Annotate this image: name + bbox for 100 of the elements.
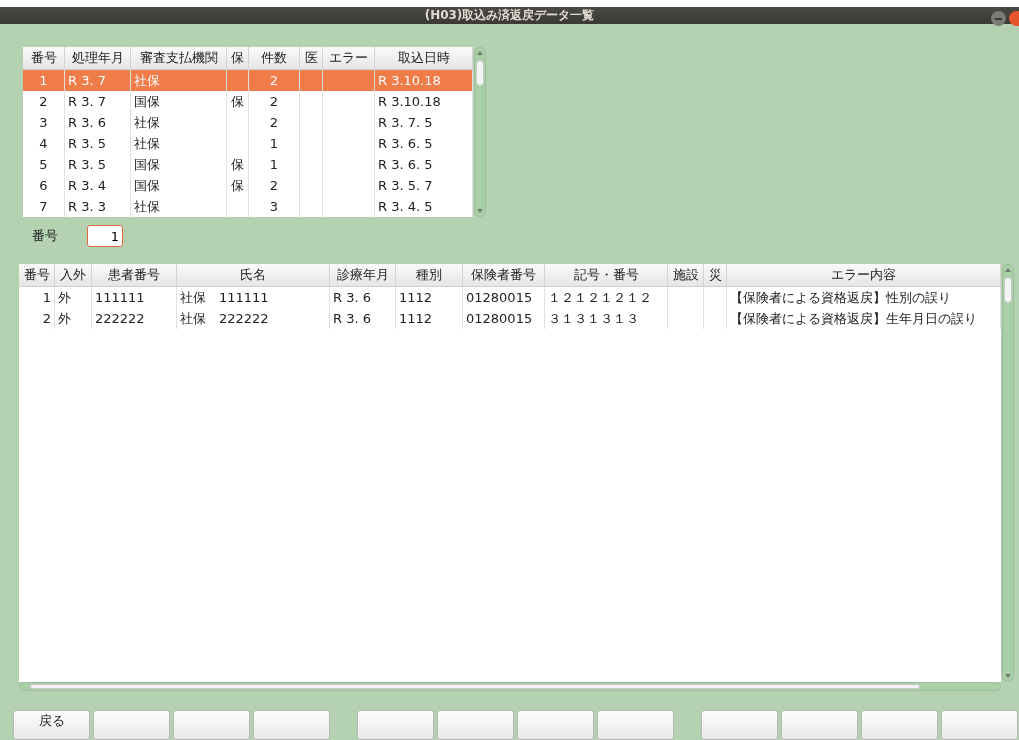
table-cell: 6 [23,175,65,196]
function-button[interactable] [781,710,858,740]
minimize-icon[interactable] [991,11,1006,26]
column-header[interactable]: 保 [227,47,249,69]
table-cell: 1112 [396,287,463,308]
column-header[interactable]: 氏名 [177,264,330,286]
table-cell: R 3. 5 [65,133,131,154]
table-cell: 国保 [131,91,227,112]
column-header[interactable]: 入外 [55,264,92,286]
table-cell: R 3. 6 [330,308,396,329]
table-row[interactable]: 5 R 3. 5 国保 保 1 R 3. 6. 5 [23,154,473,175]
column-header[interactable]: 件数 [249,47,300,69]
table-cell: R 3.10.18 [375,70,473,91]
table-cell: R 3. 6. 5 [375,133,473,154]
column-header[interactable]: エラー内容 [727,264,1001,286]
column-header[interactable]: 保険者番号 [463,264,545,286]
table-cell: 【保険者による資格返戻】性別の誤り [727,287,1001,308]
table-cell: 2 [249,175,300,196]
table-cell: 外 [55,287,92,308]
close-icon[interactable] [1009,11,1019,26]
table-cell: 1112 [396,308,463,329]
table-cell: 01280015 [463,308,545,329]
function-button[interactable] [597,710,674,740]
table-row[interactable]: 4 R 3. 5 社保 1 R 3. 6. 5 [23,133,473,154]
column-header[interactable]: 災 [704,264,727,286]
function-button[interactable] [437,710,514,740]
table-cell: 社保 111111 [177,287,330,308]
field-label: 番号 [31,227,59,245]
table-cell: 1 [23,70,65,91]
table-cell: 2 [23,91,65,112]
column-header[interactable]: 記号・番号 [545,264,668,286]
table-cell: 社保 222222 [177,308,330,329]
table-cell: R 3. 5. 7 [375,175,473,196]
function-button[interactable] [93,710,170,740]
function-button[interactable] [701,710,778,740]
table-cell: R 3. 4. 5 [375,196,473,217]
table-cell: 保 [227,175,249,196]
table-cell: 1 [249,133,300,154]
column-header[interactable]: 患者番号 [92,264,177,286]
table-cell: ３１３１３１３ [545,308,668,329]
scrollbar[interactable] [19,682,1001,691]
function-button[interactable] [861,710,938,740]
table-cell: R 3. 3 [65,196,131,217]
table-cell: R 3.10.18 [375,91,473,112]
scrollbar[interactable] [474,47,486,217]
table-cell: 3 [23,112,65,133]
column-header[interactable]: 番号 [19,264,55,286]
table-cell: 111111 [92,287,177,308]
function-button[interactable] [253,710,330,740]
table-cell: 【保険者による資格返戻】生年月日の誤り [727,308,1001,329]
table-cell: 社保 [131,70,227,91]
table-row[interactable]: 2 R 3. 7 国保 保 2 R 3.10.18 [23,91,473,112]
table-cell: 1 [249,154,300,175]
table-cell: 2 [249,112,300,133]
table-cell: 2 [249,91,300,112]
table-cell: 5 [23,154,65,175]
table-cell: 3 [249,196,300,217]
table-row[interactable]: 3 R 3. 6 社保 2 R 3. 7. 5 [23,112,473,133]
scrollbar[interactable] [1002,264,1014,682]
table-row[interactable]: 6 R 3. 4 国保 保 2 R 3. 5. 7 [23,175,473,196]
table-cell: R 3. 7 [65,91,131,112]
table-cell: R 3. 6 [65,112,131,133]
function-button[interactable]: 戻る [13,710,90,740]
table-cell: 保 [227,91,249,112]
table-cell: 社保 [131,133,227,154]
table-cell: R 3. 6. 5 [375,154,473,175]
table-cell: R 3. 6 [330,287,396,308]
number-field[interactable]: 1 [87,225,123,247]
column-header[interactable]: 処理年月 [65,47,131,69]
column-header[interactable]: エラー [323,47,375,69]
table-row[interactable]: 2 外 222222 社保 222222 R 3. 6 1112 01280015 ３１３１３１３ 【保険者による資格返戻】生年月日の誤り [19,308,1001,329]
window-title: (H03)取込み済返戻データ一覧 [424,7,595,24]
function-button[interactable] [357,710,434,740]
table-cell: 国保 [131,154,227,175]
function-button[interactable] [173,710,250,740]
function-button[interactable] [941,710,1018,740]
column-header[interactable]: 番号 [23,47,65,69]
column-header[interactable]: 医 [300,47,323,69]
table-cell: 2 [249,70,300,91]
table-cell: R 3. 7. 5 [375,112,473,133]
table-cell: 7 [23,196,65,217]
table-cell: 01280015 [463,287,545,308]
table-cell: 2 [19,308,55,329]
column-header[interactable]: 診療年月 [330,264,396,286]
function-button[interactable] [517,710,594,740]
table-row[interactable]: 1 外 111111 社保 111111 R 3. 6 1112 01280015 １２１２１２１２ 【保険者による資格返戻】性別の誤り [19,287,1001,308]
table-cell: 4 [23,133,65,154]
column-header[interactable]: 審査支払機関 [131,47,227,69]
table-cell: R 3. 5 [65,154,131,175]
table-cell: R 3. 4 [65,175,131,196]
column-header[interactable]: 種別 [396,264,463,286]
column-header[interactable]: 取込日時 [375,47,473,69]
table-cell: 1 [19,287,55,308]
column-header[interactable]: 施設 [668,264,704,286]
table-row[interactable]: 7 R 3. 3 社保 3 R 3. 4. 5 [23,196,473,217]
table-cell: R 3. 7 [65,70,131,91]
table-cell: 社保 [131,196,227,217]
table-cell: 外 [55,308,92,329]
table-cell: 保 [227,154,249,175]
table-cell: 社保 [131,112,227,133]
